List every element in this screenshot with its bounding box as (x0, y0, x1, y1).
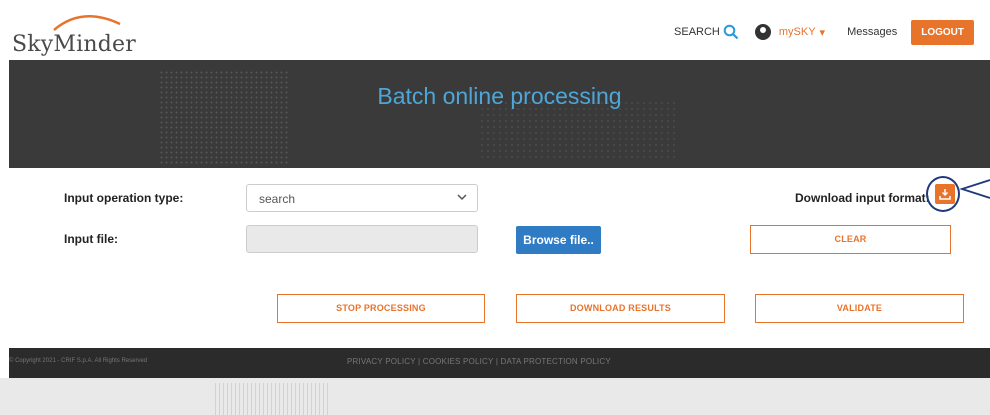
input-file-field[interactable] (246, 225, 478, 253)
search-label: SEARCH (674, 26, 720, 38)
operation-type-label: Input operation type: (64, 191, 184, 205)
highlight-circle (926, 176, 960, 212)
copyright-text: © Copyright 2021 - CRIF S.p.A. All Right… (9, 358, 148, 364)
messages-link[interactable]: Messages (847, 26, 897, 38)
operation-type-select[interactable]: search (246, 184, 478, 212)
page-banner: Batch online processing (9, 60, 990, 168)
top-nav: SEARCH mySKY ▾ Messages LOGOUT (674, 19, 974, 45)
operation-type-value: search (259, 192, 296, 206)
search-link[interactable]: SEARCH (674, 24, 739, 40)
chevron-down-icon: ▾ (819, 26, 826, 39)
mysky-label: mySKY (778, 26, 816, 38)
footer: © Copyright 2021 - CRIF S.p.A. All Right… (9, 348, 990, 378)
input-file-label: Input file: (64, 232, 118, 246)
clear-button[interactable]: CLEAR (750, 225, 951, 254)
download-results-button[interactable]: DOWNLOAD RESULTS (516, 294, 725, 323)
logo-text: SkyMinder (12, 32, 136, 57)
chevron-down-icon (457, 193, 467, 204)
subfooter-decoration (215, 383, 330, 415)
search-icon (723, 24, 739, 40)
logo-arc-icon (53, 15, 121, 31)
validate-button[interactable]: VALIDATE (755, 294, 964, 323)
skyminder-logo[interactable]: SkyMinder (12, 10, 152, 57)
download-format-label: Download input format: (795, 191, 930, 205)
stop-processing-button[interactable]: STOP PROCESSING (277, 294, 485, 323)
page-title: Batch online processing (377, 83, 622, 109)
logout-button[interactable]: LOGOUT (911, 19, 974, 45)
pointer-arrow-icon (959, 179, 990, 199)
browse-file-button[interactable]: Browse file.. (516, 226, 601, 254)
footer-links[interactable]: PRIVACY POLICY | COOKIES POLICY | DATA P… (347, 357, 611, 366)
mysky-menu[interactable]: mySKY ▾ (754, 24, 826, 40)
user-icon (754, 24, 771, 40)
subfooter (0, 378, 990, 415)
header: SkyMinder SEARCH mySKY ▾ Messages LOGOUT (0, 0, 990, 60)
